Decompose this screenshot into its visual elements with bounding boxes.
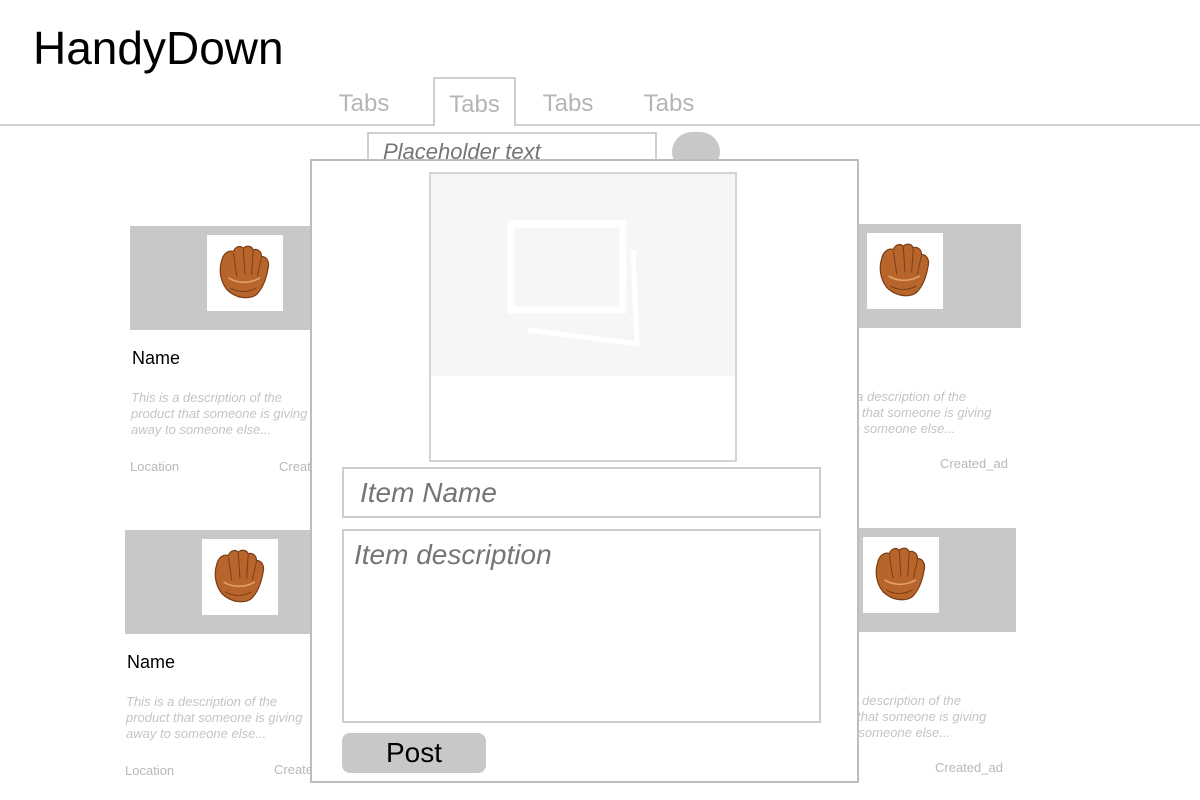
card-image-band [130, 226, 330, 330]
card-created: Created_ad [935, 760, 1003, 775]
card-description: This is a description of the product tha… [126, 694, 303, 741]
item-description-input[interactable] [342, 529, 821, 723]
card-description: This is a description of the product tha… [131, 390, 308, 437]
post-button[interactable]: Post [342, 733, 486, 773]
card-name: Name [132, 348, 181, 368]
app-title: HandyDown [33, 22, 284, 74]
image-placeholder-area [431, 174, 735, 376]
card-image-band [125, 530, 325, 634]
product-card[interactable] [130, 226, 330, 330]
tab-1[interactable]: Tabs [326, 88, 402, 124]
tab-3[interactable]: Tabs [530, 88, 606, 124]
tabs-divider [0, 124, 1200, 126]
tab-2-active[interactable]: Tabs [433, 77, 516, 126]
card-created: Created_ad [940, 456, 1008, 471]
baseball-glove-icon [202, 539, 278, 615]
card-name: Name [127, 652, 176, 672]
image-placeholder-icon [507, 220, 640, 347]
baseball-glove-icon [867, 233, 943, 309]
baseball-glove-icon [207, 235, 283, 311]
card-location: Location [125, 763, 175, 778]
card-location: Location [130, 459, 180, 474]
post-item-modal: Post [310, 159, 859, 783]
image-upload-slot[interactable] [429, 172, 737, 462]
baseball-glove-icon [863, 537, 939, 613]
tab-4[interactable]: Tabs [631, 88, 707, 124]
product-card[interactable] [125, 530, 325, 634]
item-name-input[interactable] [342, 467, 821, 518]
